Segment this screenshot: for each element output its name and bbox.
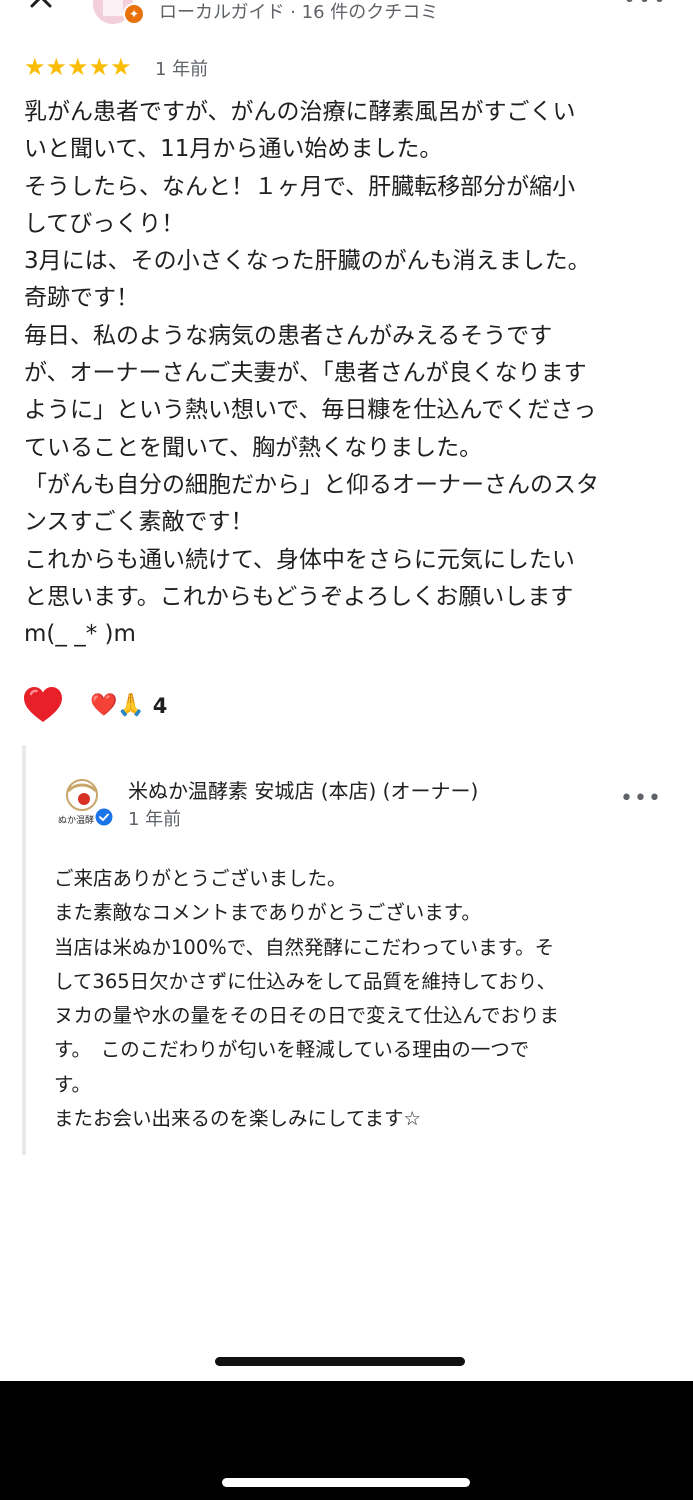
home-indicator-secondary[interactable] bbox=[222, 1478, 470, 1487]
close-icon bbox=[30, 0, 52, 8]
close-button[interactable] bbox=[26, 0, 56, 14]
owner-reply-time: 1 年前 bbox=[128, 809, 182, 830]
star-rating: ★★★★★ bbox=[24, 53, 132, 81]
home-indicator[interactable] bbox=[215, 1357, 465, 1366]
reaction-emoji: ❤️🙏 bbox=[90, 693, 145, 718]
local-guide-badge-icon: ✦ bbox=[123, 3, 145, 25]
reply-more-options-button[interactable]: ••• bbox=[620, 786, 662, 811]
heart-icon bbox=[24, 687, 62, 722]
review-time: 1 年前 bbox=[155, 59, 209, 80]
reaction-summary[interactable]: ❤️🙏 4 bbox=[90, 690, 167, 722]
owner-name: 米ぬか温酵素 安城店 (本店) (オーナー) bbox=[128, 779, 479, 803]
reply-divider bbox=[22, 745, 26, 1155]
owner-reply-text: ご来店ありがとうございました。 また素敵なコメントまでありがとうございます。 当… bbox=[54, 867, 560, 1131]
more-options-button[interactable]: ••• bbox=[623, 0, 668, 13]
owner-logo-text: ぬか温酵 bbox=[58, 815, 94, 826]
reaction-count: 4 bbox=[152, 694, 168, 718]
review-text: 乳がん患者ですが、がんの治療に酵素風呂がすごくい いと聞いて、11月から通い始め… bbox=[24, 99, 599, 648]
like-button[interactable] bbox=[22, 685, 64, 725]
reviewer-meta: ローカルガイド · 16 件のクチコミ bbox=[159, 2, 439, 23]
verified-badge-icon bbox=[95, 808, 113, 826]
